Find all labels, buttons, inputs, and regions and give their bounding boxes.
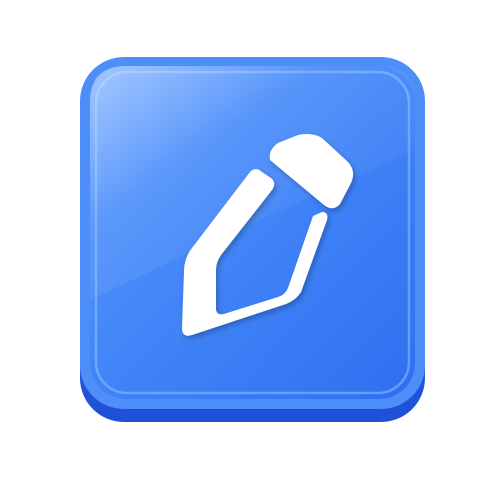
edit-icon-graphic [80, 57, 425, 422]
edit-app-icon[interactable] [0, 0, 500, 500]
icon-canvas [0, 0, 500, 500]
